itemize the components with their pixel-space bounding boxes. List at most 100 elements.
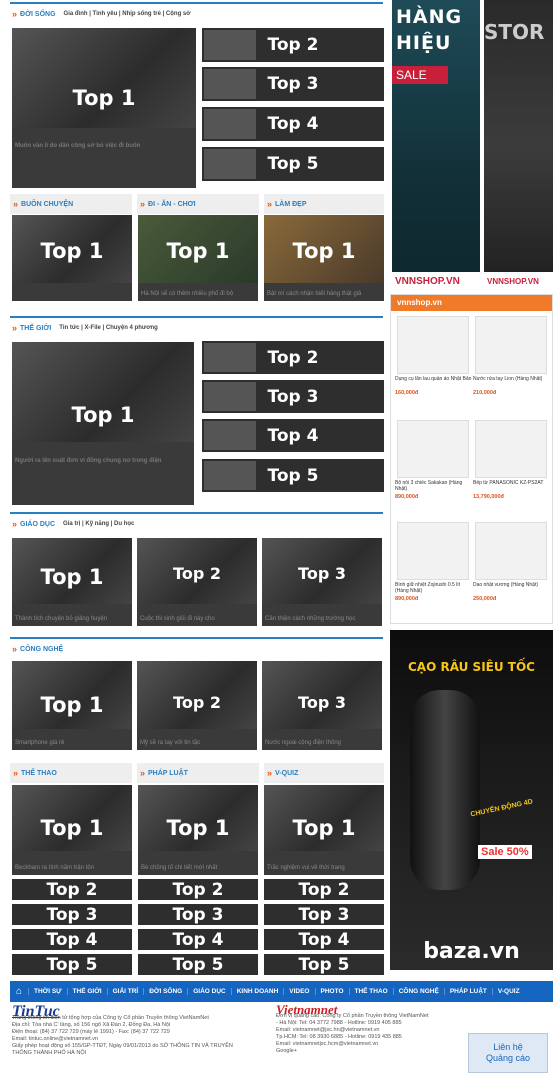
article-row-top2[interactable]: Top 2 — [202, 341, 384, 374]
article-top1-doi-song[interactable]: Top 1 Muôn vàn lí do dân công sở bỏ việc… — [12, 28, 196, 188]
article-row-top2[interactable]: Top 2 — [202, 28, 384, 62]
article-top1-phap-luat[interactable]: Top 1 Bé chồng tố chi tiết mới nhất — [138, 785, 258, 875]
article-top1-di-an-choi[interactable]: Top 1 Hà Nội sẽ có thêm nhiều phố đi bộ — [138, 215, 258, 301]
sale-badge: Sale 50% — [478, 845, 532, 859]
footer-logo-vietnamnet[interactable]: Vietnamnet — [276, 1003, 461, 1016]
ad-banner-razor[interactable]: CẠO RÂU SIÊU TỐC CHUYỂN ĐỘNG 4D Sale 50%… — [390, 630, 553, 970]
product-price: 890,000đ — [395, 596, 419, 602]
nav-item[interactable]: CÔNG NGHỆ — [392, 988, 444, 995]
section-subnav[interactable]: Tin tức | X-File | Chuyện 4 phương — [59, 325, 158, 331]
article-row-top5[interactable]: Top 5 — [202, 459, 384, 492]
list-item-top5[interactable]: Top 5 — [264, 954, 384, 975]
list-item-top5[interactable]: Top 5 — [12, 954, 132, 975]
footer-line: Email: tintuc.online@vietnamnet.vn — [12, 1036, 98, 1042]
nav-item[interactable]: GIẢI TRÍ — [106, 988, 144, 995]
nav-item[interactable]: V-QUIZ — [491, 988, 525, 995]
article-image — [12, 215, 132, 283]
article-image — [12, 342, 194, 442]
nav-item[interactable]: KINH DOANH — [230, 988, 284, 995]
footer-left: TinTuc Trang thông tin điện tử tổng hợp … — [12, 1004, 272, 1057]
article-row-top4[interactable]: Top 4 — [202, 107, 384, 141]
article-row-top3[interactable]: Top 3 — [202, 380, 384, 413]
nav-item[interactable]: THỂ THAO — [348, 988, 393, 995]
contact-ads-button[interactable]: Liên hệ Quảng cáo — [468, 1033, 548, 1073]
list-item-top4[interactable]: Top 4 — [12, 929, 132, 950]
nav-item[interactable]: THỜI SỰ — [28, 988, 67, 995]
thumb — [204, 109, 256, 139]
product-price: 210,000đ — [473, 390, 497, 396]
nav-item[interactable]: ĐỜI SỐNG — [143, 988, 187, 995]
section-title[interactable]: THỂ THAO — [21, 770, 57, 777]
arrow-icon: » — [12, 644, 18, 654]
article-image — [12, 538, 132, 604]
ad-banner-store[interactable]: STOR VNNSHOP.VN — [484, 0, 553, 292]
home-icon[interactable]: ⌂ — [10, 986, 28, 997]
nav-item[interactable]: GIÁO DỤC — [187, 988, 231, 995]
section-title[interactable]: V-QUIZ — [275, 770, 298, 777]
section-title[interactable]: ĐI - ĂN - CHƠI — [148, 201, 196, 208]
list-item-top2[interactable]: Top 2 — [264, 879, 384, 900]
article-caption: Người ra lên xuất đơn vì đồng chung nơ t… — [15, 458, 162, 464]
article-top1-v-quiz[interactable]: Top 1 Trắc nghiệm vui về thời trang — [264, 785, 384, 875]
article-top3-cong-nghe[interactable]: Top 3 Nước ngoài cộng điện thông — [262, 661, 382, 750]
footer-middle: Vietnamnet Đơn vị quảng cáo: Công ty Cổ … — [276, 1003, 461, 1055]
section-title[interactable]: ĐỜI SỐNG — [20, 11, 56, 18]
product-card[interactable]: Dao nhật vương (Hàng Nhật) 250,000đ — [471, 520, 551, 605]
ad-logo: VNNSHOP.VN — [392, 272, 480, 292]
nav-item[interactable]: PHÁP LUẬT — [443, 988, 492, 995]
product-card[interactable]: Nước rửa tay Lion (Hàng Nhật) 210,000đ — [471, 314, 551, 399]
section-title[interactable]: PHÁP LUẬT — [148, 770, 188, 777]
product-card[interactable]: Dụng cụ lăn lau quần áo Nhật Bản 160,000đ — [393, 314, 473, 399]
article-top3-giao-duc[interactable]: Top 3 Cần thiện cách những trường học — [262, 538, 382, 626]
product-name: Nước rửa tay Lion (Hàng Nhật) — [473, 376, 543, 382]
list-item-top4[interactable]: Top 4 — [264, 929, 384, 950]
list-item-top2[interactable]: Top 2 — [12, 879, 132, 900]
product-image — [397, 420, 469, 478]
section-title[interactable]: CÔNG NGHỆ — [20, 646, 63, 653]
arrow-icon: » — [267, 199, 273, 209]
list-item-top2[interactable]: Top 2 — [138, 879, 258, 900]
list-item-top4[interactable]: Top 4 — [138, 929, 258, 950]
nav-item[interactable]: THẾ GIỚI — [66, 988, 107, 995]
article-top1-giao-duc[interactable]: Top 1 Thành tích chuyện bỏ giảng huyện — [12, 538, 132, 626]
article-row-top4[interactable]: Top 4 — [202, 419, 384, 452]
article-row-top5[interactable]: Top 5 — [202, 147, 384, 181]
product-image — [475, 522, 547, 580]
article-top1-the-gioi[interactable]: Top 1 Người ra lên xuất đơn vì đồng chun… — [12, 342, 194, 505]
list-item-top3[interactable]: Top 3 — [264, 904, 384, 925]
section-header-the-thao: » THỂ THAO — [10, 763, 132, 783]
footer-line: Địa chỉ: Tòa nhà C' tầng, số 156 ngõ Xã … — [12, 1022, 171, 1028]
article-top1-buon-chuyen[interactable]: Top 1 — [12, 215, 132, 301]
nav-item[interactable]: PHOTO — [314, 988, 349, 995]
section-subnav[interactable]: Gia trị | Kỹ năng | Du học — [63, 521, 134, 527]
list-item-top3[interactable]: Top 3 — [12, 904, 132, 925]
article-top1-the-thao[interactable]: Top 1 Beckham ra tính nắm trận tôn — [12, 785, 132, 875]
article-image — [12, 661, 132, 729]
rank-label: Top 2 — [298, 879, 350, 900]
list-item-top5[interactable]: Top 5 — [138, 954, 258, 975]
article-image — [138, 215, 258, 283]
nav-item[interactable]: VIDEO — [283, 988, 314, 995]
list-item-top3[interactable]: Top 3 — [138, 904, 258, 925]
article-image — [138, 785, 258, 851]
product-card[interactable]: Bộ nồi 3 chiếc Sakakan (Hàng Nhật) 890,00… — [393, 418, 473, 503]
article-top1-lam-dep[interactable]: Top 1 Bật mí cách nhận biết hàng thật giả — [264, 215, 384, 301]
section-title[interactable]: GIÁO DỤC — [20, 521, 55, 528]
product-card[interactable]: Bình giữ nhiệt Zojirushi 0.5 lít (Hàng N… — [393, 520, 473, 605]
product-price: 250,000đ — [473, 596, 497, 602]
article-top1-cong-nghe[interactable]: Top 1 Smartphone giá rẻ — [12, 661, 132, 750]
article-top2-cong-nghe[interactable]: Top 2 Mỹ sẽ ra tay với tin tặc — [137, 661, 257, 750]
section-subnav[interactable]: Gia đình | Tình yêu | Nhịp sống trẻ | Cộ… — [64, 11, 191, 17]
ad-banner-hang-hieu[interactable]: HÀNG HIỆU SALE VNNSHOP.VN — [392, 0, 480, 292]
section-title[interactable]: THẾ GIỚI — [20, 325, 51, 332]
article-image — [262, 538, 382, 604]
footer-logo-tintuc[interactable]: TinTuc — [12, 1004, 272, 1020]
section-header-doi-song: » ĐỜI SỐNG Gia đình | Tình yêu | Nhịp số… — [10, 2, 383, 24]
arrow-icon: » — [267, 768, 273, 778]
article-row-top3[interactable]: Top 3 — [202, 67, 384, 101]
razor-image — [410, 690, 480, 890]
product-card[interactable]: Bếp từ PANASONIC KZ-PS2AT 13,790,000đ — [471, 418, 551, 503]
article-top2-giao-duc[interactable]: Top 2 Cuộc thi sinh giỏi đi này cho — [137, 538, 257, 626]
section-title[interactable]: LÀM ĐẸP — [275, 201, 307, 208]
section-title[interactable]: BUÔN CHUYỆN — [21, 201, 73, 208]
